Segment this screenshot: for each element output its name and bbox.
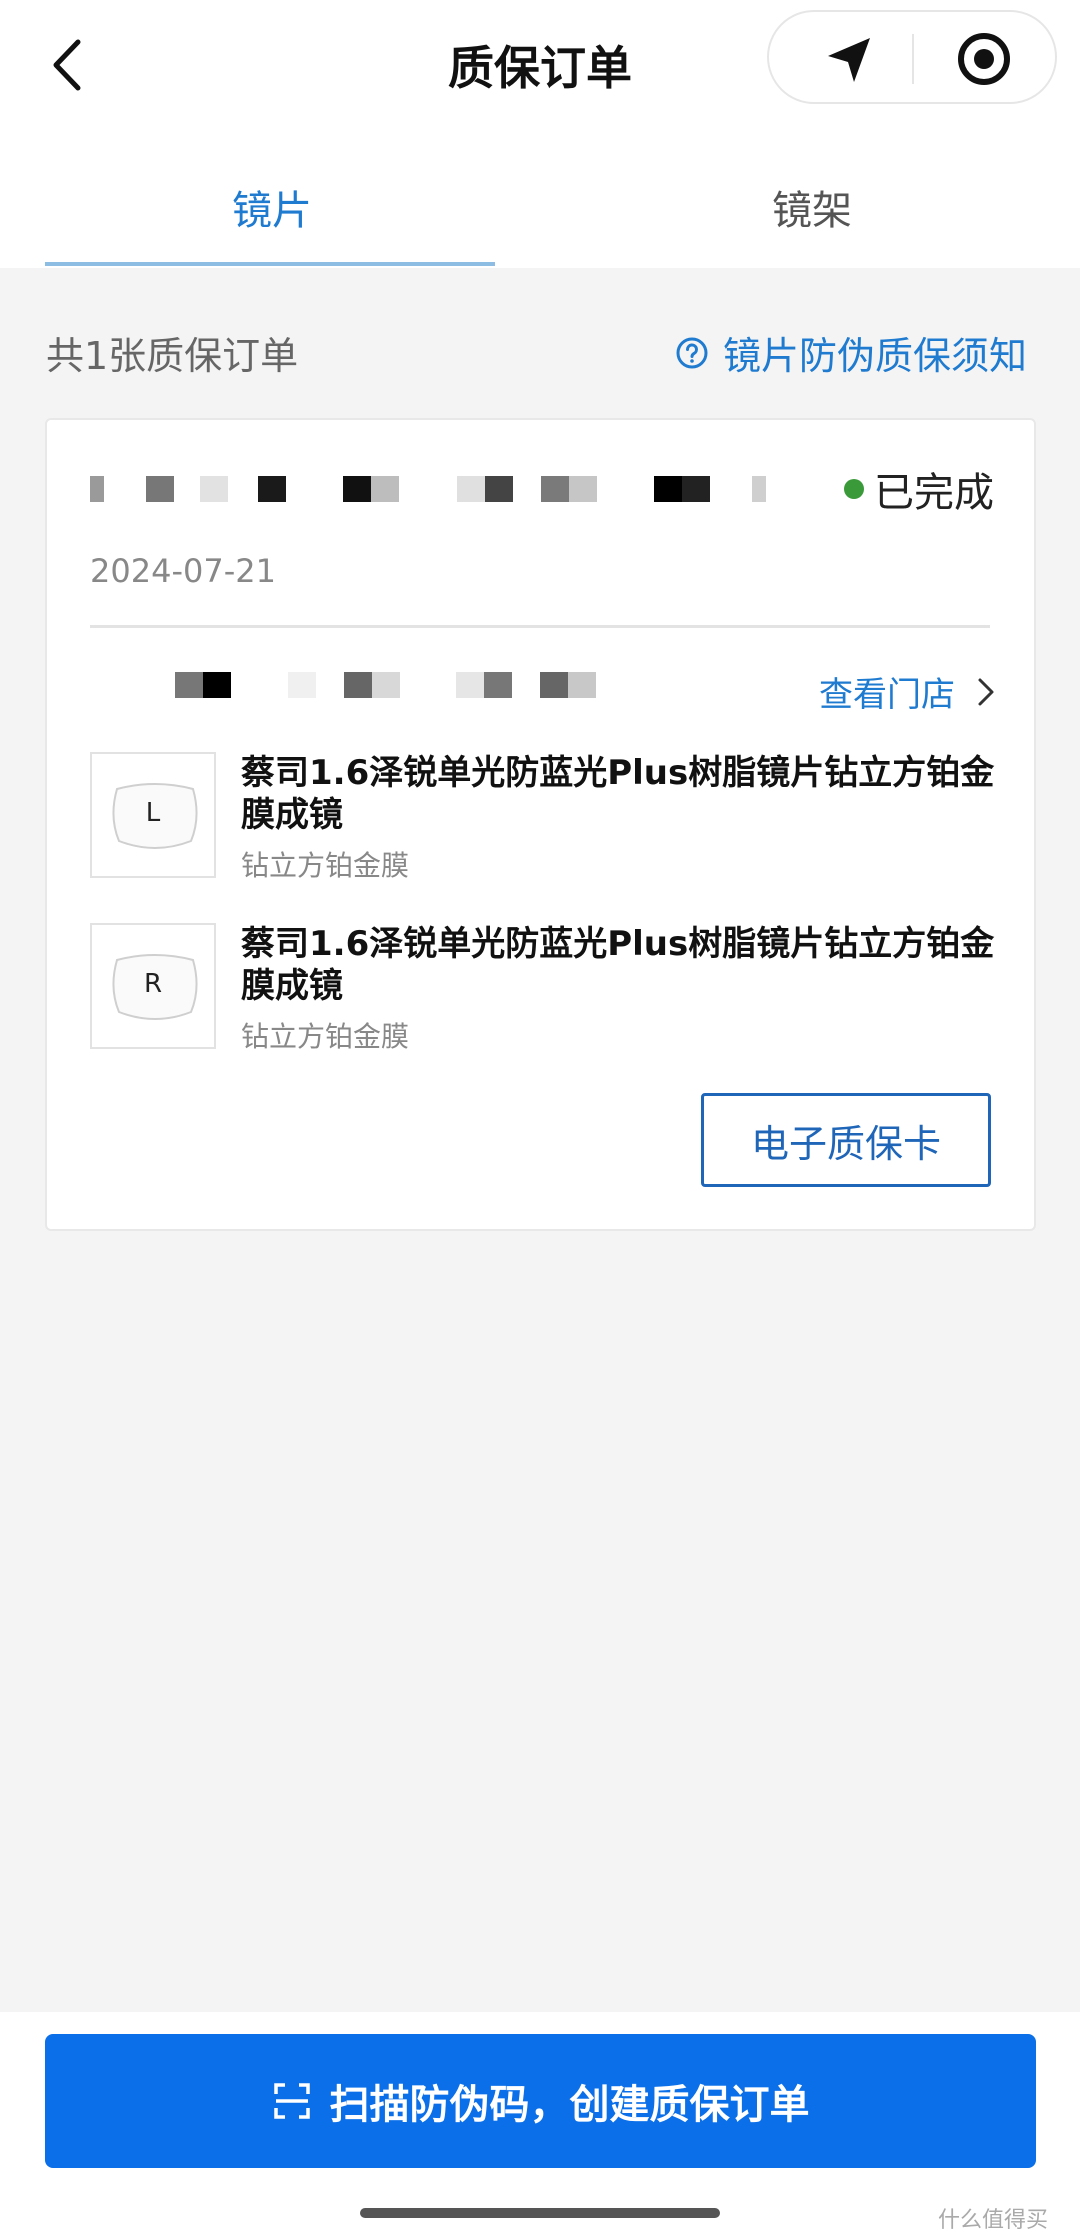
order-card[interactable]: 已完成 2024-07-21 查看门店 L 蔡司1.6泽锐单光防蓝光Plus树脂… [45,418,1036,1231]
chevron-right-icon [978,678,994,705]
tab-lens[interactable]: 镜片 [232,178,312,236]
notice-link[interactable]: 镜片防伪质保须知 [675,325,1027,380]
scan-create-order-button[interactable]: 扫描防伪码，创建质保订单 [45,2034,1036,2168]
close-miniprogram-button[interactable] [956,31,1012,87]
status-dot [844,479,864,499]
page: 质保订单 镜片 镜架 共1张质保订单 镜片防伪质保须知 已完成 2024-07-… [0,0,1080,2238]
item-name: 蔡司1.6泽锐单光防蓝光Plus树脂镜片钻立方铂金膜成镜 [241,924,995,1006]
lens-side-label: R [143,969,163,999]
navigation-button[interactable] [824,34,876,86]
scan-button-label: 扫描防伪码，创建质保订单 [329,2082,810,2128]
item-coating: 钻立方铂金膜 [241,1020,410,1053]
view-store-link[interactable]: 查看门店 [819,667,997,716]
mini-program-capsule [767,10,1057,104]
header: 质保订单 镜片 镜架 [0,0,1080,268]
lens-side-label: L [145,798,161,828]
record-target-icon [958,33,1010,85]
question-circle-icon [676,337,708,368]
tab-bar: 镜片 镜架 [0,160,1080,268]
order-status: 已完成 [844,460,994,518]
status-text: 已完成 [874,470,994,516]
lens-item-left[interactable]: L 蔡司1.6泽锐单光防蓝光Plus树脂镜片钻立方铂金膜成镜 钻立方铂金膜 [90,752,994,882]
watermark: 什么值得买 [938,2208,1049,2233]
order-count: 共1张质保订单 [46,334,299,378]
item-name: 蔡司1.6泽锐单光防蓝光Plus树脂镜片钻立方铂金膜成镜 [241,753,995,835]
active-tab-indicator [45,262,495,266]
navigation-arrow-icon [828,38,870,82]
scan-frame-icon [273,2083,310,2119]
notice-label: 镜片防伪质保须知 [723,334,1028,378]
lens-item-right[interactable]: R 蔡司1.6泽锐单光防蓝光Plus树脂镜片钻立方铂金膜成镜 钻立方铂金膜 [90,923,994,1053]
lens-thumbnail: L [90,752,216,878]
view-store-label: 查看门店 [819,675,955,715]
item-coating: 钻立方铂金膜 [241,849,410,882]
home-indicator[interactable] [360,2208,720,2218]
tab-frame[interactable]: 镜架 [772,178,852,236]
lens-thumbnail: R [90,923,216,1049]
card-divider [90,625,990,628]
order-date: 2024-07-21 [90,552,276,590]
e-warranty-card-button[interactable]: 电子质保卡 [701,1093,991,1187]
capsule-divider [912,34,914,84]
